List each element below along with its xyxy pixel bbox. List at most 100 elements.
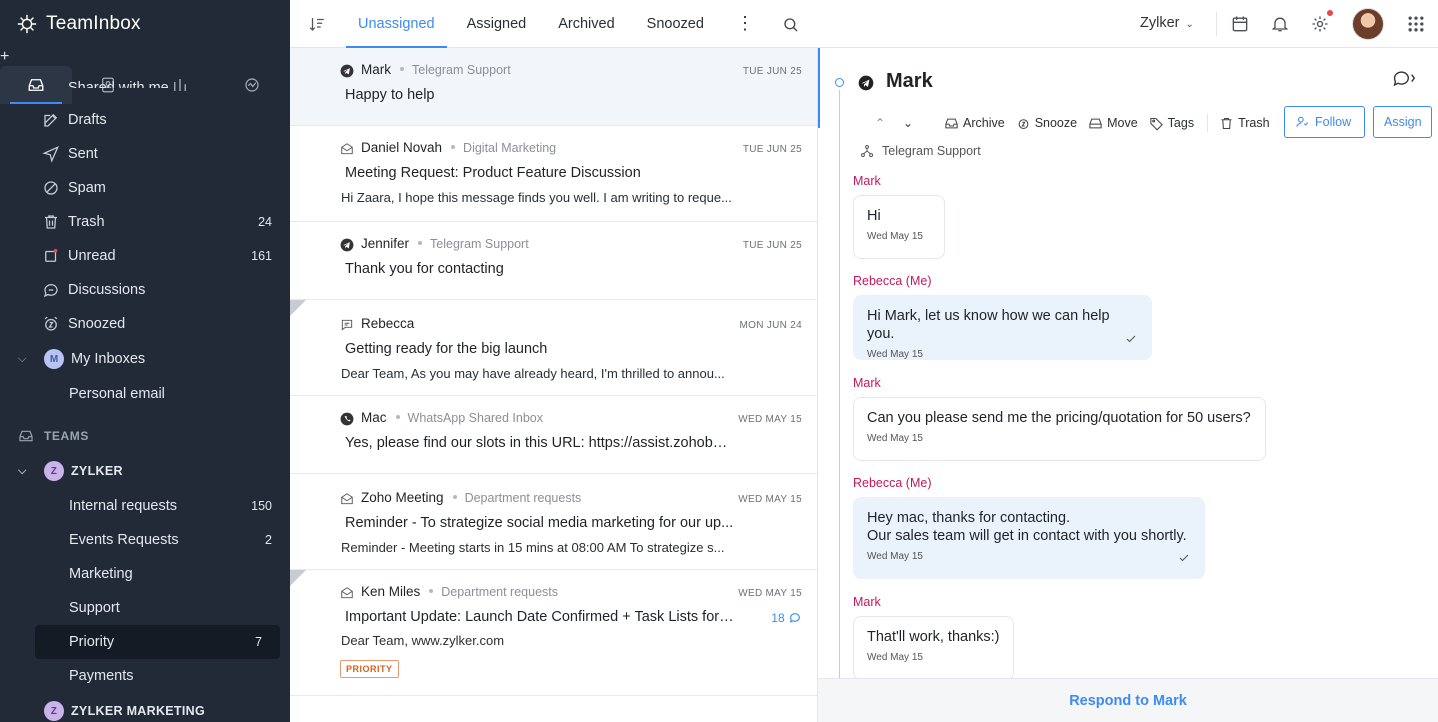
sidebar-item-support[interactable]: Support bbox=[0, 591, 290, 625]
list-item[interactable]: Daniel Novah Digital Marketing TUE JUN 25… bbox=[290, 126, 817, 222]
unread-marker bbox=[290, 300, 306, 316]
telegram-icon bbox=[858, 75, 874, 91]
group-my-inboxes[interactable]: ⌵ M My Inboxes bbox=[0, 341, 290, 377]
sidebar-item-drafts[interactable]: Drafts bbox=[0, 103, 290, 137]
unread-icon bbox=[45, 248, 58, 262]
trash-button[interactable]: Trash bbox=[1219, 116, 1270, 131]
sidebar-item-label: Personal email bbox=[69, 386, 165, 402]
subject: Getting ready for the big launch bbox=[345, 341, 548, 357]
sidebar-item-label: Internal requests bbox=[69, 498, 178, 514]
tab-archived[interactable]: Archived bbox=[546, 0, 626, 48]
list-item[interactable]: Jennifer Telegram Support TUE JUN 25 Than… bbox=[290, 222, 817, 300]
assign-label: Assign bbox=[1384, 115, 1422, 129]
message-sender: Mark bbox=[853, 595, 881, 609]
message-bubble: Hey mac, thanks for contacting. Our sale… bbox=[853, 497, 1205, 579]
envelope-icon bbox=[341, 143, 353, 155]
group-zylker-marketing[interactable]: Z ZYLKER MARKETING bbox=[0, 693, 290, 722]
chevron-down-icon[interactable]: ⌄ bbox=[894, 116, 922, 130]
sidebar-item-unread[interactable]: Unread 161 bbox=[0, 239, 290, 273]
sidebar-item-internal-requests[interactable]: Internal requests 150 bbox=[0, 489, 290, 523]
tab-snoozed[interactable]: Snoozed bbox=[635, 0, 716, 48]
conversation-detail: Mark ⌃ ⌄ Archive Snooze Move Tags Trash … bbox=[818, 48, 1438, 722]
calendar-icon[interactable] bbox=[1230, 14, 1250, 34]
sidebar-item-count: 150 bbox=[251, 499, 272, 513]
message-bubble: Hi Wed May 15 bbox=[853, 195, 945, 259]
avatar: Z bbox=[44, 461, 64, 481]
subject: Important Update: Launch Date Confirmed … bbox=[345, 609, 735, 625]
user-avatar[interactable] bbox=[1352, 8, 1384, 40]
sidebar-item-spam[interactable]: Spam bbox=[0, 171, 290, 205]
envelope-icon bbox=[341, 587, 353, 599]
sidebar-item-events-requests[interactable]: Events Requests 2 bbox=[0, 523, 290, 557]
discussion-icon bbox=[341, 319, 353, 331]
priority-tag[interactable]: PRIORITY bbox=[340, 660, 399, 678]
list-item[interactable]: Mac WhatsApp Shared Inbox WED MAY 15 Yes,… bbox=[290, 396, 817, 474]
sender: Ken Miles Department requests bbox=[361, 584, 559, 599]
selection-indicator bbox=[818, 48, 820, 128]
gear-icon[interactable] bbox=[1310, 14, 1330, 34]
sidebar-item-shared[interactable]: Shared with me bbox=[0, 80, 290, 88]
sidebar-item-trash[interactable]: Trash 24 bbox=[0, 205, 290, 239]
sidebar-item-payments[interactable]: Payments bbox=[0, 659, 290, 693]
move-label: Move bbox=[1107, 116, 1138, 130]
chevron-down-icon[interactable]: ⌵ bbox=[18, 353, 32, 366]
archive-label: Archive bbox=[963, 116, 1005, 130]
avatar: M bbox=[44, 349, 64, 369]
telegram-icon bbox=[340, 64, 354, 78]
sender: Mark Telegram Support bbox=[361, 62, 511, 77]
search-icon[interactable] bbox=[782, 16, 800, 34]
tab-unassigned[interactable]: Unassigned bbox=[346, 0, 447, 48]
snooze-button[interactable]: Snooze bbox=[1016, 116, 1077, 131]
sidebar-item-label: Marketing bbox=[69, 566, 133, 582]
apps-grid-icon[interactable] bbox=[1406, 14, 1426, 34]
sidebar-item-label: Payments bbox=[69, 668, 134, 684]
group-zylker[interactable]: ⌵ Z ZYLKER bbox=[0, 453, 290, 489]
action-bar: ⌃ ⌄ Archive Snooze Move Tags Trash bbox=[866, 110, 1281, 136]
teams-heading: TEAMS bbox=[0, 419, 290, 453]
list-item[interactable]: Mark Telegram Support TUE JUN 25 Happy to… bbox=[290, 48, 817, 126]
telegram-icon bbox=[340, 238, 354, 252]
envelope-icon bbox=[341, 493, 353, 505]
follow-button[interactable]: Follow bbox=[1284, 106, 1365, 138]
list-item[interactable]: Ken Miles Department requests WED MAY 15 … bbox=[290, 570, 817, 696]
main: Unassigned Assigned Archived Snoozed ⋮ Z… bbox=[290, 0, 1438, 722]
archive-icon bbox=[945, 118, 958, 128]
tab-assigned[interactable]: Assigned bbox=[455, 0, 539, 48]
sort-icon[interactable] bbox=[308, 15, 326, 33]
move-button[interactable]: Move bbox=[1088, 116, 1138, 131]
sidebar: TeamInbox + Shared with me Drafts Sent S… bbox=[0, 0, 290, 722]
bell-icon[interactable] bbox=[1270, 14, 1290, 34]
message-bubble: That'll work, thanks:) Wed May 15 bbox=[853, 616, 1014, 680]
sidebar-item-discussions[interactable]: Discussions bbox=[0, 273, 290, 307]
subject: Happy to help bbox=[345, 87, 435, 103]
thread-node bbox=[835, 78, 844, 87]
archive-button[interactable]: Archive bbox=[944, 116, 1005, 131]
org-switcher[interactable]: Zylker ⌄ bbox=[1140, 15, 1194, 31]
tags-button[interactable]: Tags bbox=[1149, 116, 1194, 131]
sidebar-item-label: Unread bbox=[68, 248, 116, 264]
sidebar-item-marketing[interactable]: Marketing bbox=[0, 557, 290, 591]
message-time: Wed May 15 bbox=[867, 433, 923, 444]
list-item[interactable]: Zoho Meeting Department requests WED MAY … bbox=[290, 474, 817, 570]
chevron-down-icon[interactable]: ⌵ bbox=[18, 465, 32, 478]
assign-button[interactable]: Assign bbox=[1373, 106, 1432, 138]
nav-arrows: ⌃ ⌄ bbox=[866, 116, 922, 130]
channel-icon bbox=[860, 144, 874, 158]
compose-button[interactable]: + bbox=[0, 48, 290, 66]
group-label: ZYLKER bbox=[71, 464, 123, 478]
date: WED MAY 15 bbox=[738, 494, 802, 505]
chevron-up-icon[interactable]: ⌃ bbox=[866, 116, 894, 130]
message-text: Hi bbox=[867, 208, 881, 224]
sidebar-item-snoozed[interactable]: Snoozed bbox=[0, 307, 290, 341]
reply-count[interactable]: 18 bbox=[771, 611, 802, 625]
message-sender: Rebecca (Me) bbox=[853, 274, 932, 288]
sidebar-item-personal-email[interactable]: Personal email bbox=[0, 377, 290, 411]
list-item[interactable]: Rebecca MON JUN 24 Getting ready for the… bbox=[290, 300, 817, 396]
sidebar-item-sent[interactable]: Sent bbox=[0, 137, 290, 171]
message-text: Can you please send me the pricing/quota… bbox=[867, 410, 1251, 426]
chat-panel-icon[interactable] bbox=[1392, 68, 1416, 90]
respond-button[interactable]: Respond to Mark bbox=[818, 678, 1438, 722]
preview: Hi Zaara, I hope this message finds you … bbox=[341, 190, 732, 205]
more-options-icon[interactable]: ⋮ bbox=[736, 14, 754, 34]
sidebar-item-priority[interactable]: Priority 7 bbox=[35, 625, 280, 659]
